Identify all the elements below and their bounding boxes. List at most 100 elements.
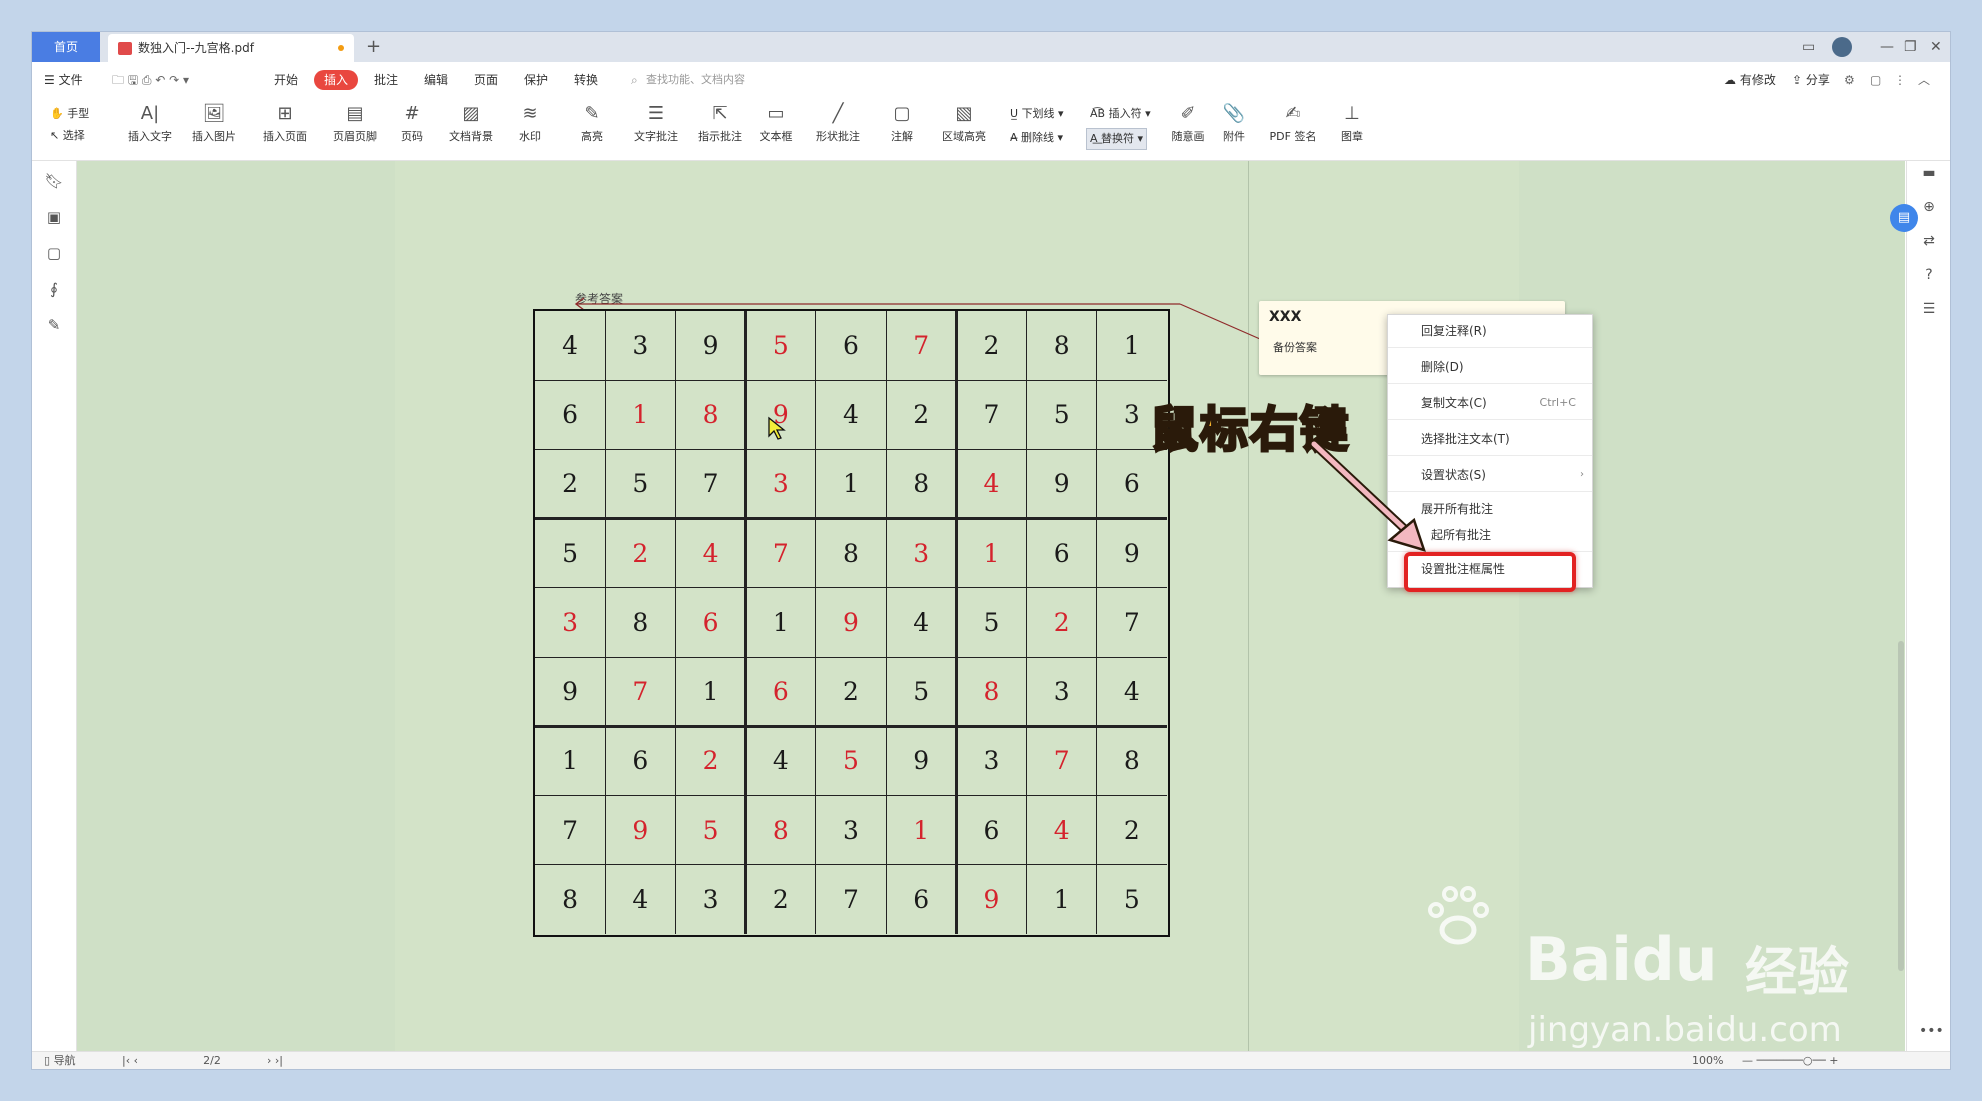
sign-icon: ✍	[1285, 103, 1301, 124]
signature-panel-icon[interactable]: ✎	[44, 315, 64, 335]
highlight-button[interactable]: ✎ 高亮	[572, 102, 612, 144]
annotation-arrow	[1309, 439, 1426, 552]
menu-insert[interactable]: 插入	[314, 70, 359, 90]
insert-mark-button[interactable]: A͡B 插入符 ▾	[1090, 104, 1151, 124]
sudoku-cell: 3	[983, 746, 1000, 776]
tab-document[interactable]: 数独入门--九宫格.pdf	[108, 34, 354, 62]
doc-background-button[interactable]: ▨ 文档背景	[440, 102, 502, 144]
sudoku-cell: 6	[843, 331, 859, 360]
sudoku-cell: 6	[562, 400, 579, 430]
background-icon: ▨	[462, 103, 480, 124]
select-tool[interactable]: ↖ 选择	[50, 126, 85, 146]
pen-icon: ✐	[1180, 103, 1196, 124]
header-footer-button[interactable]: ▤ 页眉页脚	[324, 102, 386, 144]
message-icon[interactable]: ▢	[1870, 70, 1881, 90]
thumbnail-icon[interactable]: ▣	[44, 207, 64, 227]
translate-icon[interactable]: ⇄	[1919, 231, 1939, 251]
menu-convert[interactable]: 转换	[574, 70, 598, 90]
zoom-slider[interactable]: — ───────○── +	[1742, 1054, 1838, 1068]
menu-start[interactable]: 开始	[274, 70, 298, 90]
menu-protect[interactable]: 保护	[524, 70, 548, 90]
underline-button[interactable]: U̲ 下划线 ▾	[1010, 104, 1064, 124]
area-highlight-button[interactable]: ▧ 区域高亮	[932, 102, 996, 144]
highlight-label: 高亮	[581, 130, 603, 143]
comment-text[interactable]: 备份答案	[1273, 339, 1317, 355]
freehand-button[interactable]: ✐ 随意画	[1168, 102, 1208, 144]
hand-tool[interactable]: ✋ 手型	[50, 104, 89, 124]
replace-mark-label: 替换符	[1101, 132, 1135, 145]
help-icon[interactable]: ?	[1919, 265, 1939, 285]
page-number-button[interactable]: # 页码	[392, 102, 432, 144]
stamp-button[interactable]: ⊥ 图章	[1332, 102, 1372, 144]
bookmark-icon[interactable]: 🔖︎	[44, 171, 64, 191]
sudoku-cell: 4	[913, 607, 930, 637]
watermark-brand-a: Bai	[1525, 925, 1632, 995]
replace-mark-button[interactable]: A͟ 替换符 ▾	[1086, 128, 1148, 150]
menu-file[interactable]: ☰ 文件	[44, 70, 83, 90]
attachment-panel-icon[interactable]: ∮	[44, 279, 64, 299]
sudoku-cell: 3	[913, 538, 930, 568]
panel-handle-icon[interactable]: ▬	[1919, 163, 1939, 183]
sudoku-cell: 7	[632, 677, 649, 707]
pointer-comment-button[interactable]: ⇱ 指示批注	[692, 102, 748, 144]
more-tools-icon[interactable]: •••	[1919, 1021, 1944, 1041]
paw-logo-icon	[1428, 886, 1489, 945]
comment-list-icon[interactable]: ▢	[44, 243, 64, 263]
pdf-sign-button[interactable]: ✍ PDF 签名	[1262, 102, 1324, 144]
menu-delete[interactable]: 删除(D)	[1388, 351, 1592, 383]
shape-comment-button[interactable]: ╱ 形状批注	[806, 102, 870, 144]
sudoku-cell: 6	[983, 815, 1000, 845]
sudoku-cell: 7	[983, 400, 1000, 430]
minimize-icon[interactable]: —	[1880, 32, 1894, 62]
annotation-button[interactable]: ▢ 注解	[882, 102, 922, 144]
text-comment-button[interactable]: ☰ 文字批注	[628, 102, 684, 144]
layout-icon[interactable]: ▭	[1802, 32, 1815, 62]
grid-line	[1026, 311, 1028, 934]
sudoku-cell: 9	[702, 331, 719, 360]
menu-bar: ☰ 文件 🗀 🖫 ⎙ ↶ ↷ ▾ 开始 插入 批注 编辑 页面 保护 转换 ⌕ …	[32, 62, 1950, 98]
avatar[interactable]	[1832, 37, 1852, 57]
sudoku-cell: 9	[562, 677, 579, 707]
navigation-toggle[interactable]: ▯ 导航	[44, 1054, 76, 1068]
share-button[interactable]: ⇪ 分享	[1792, 70, 1830, 90]
sliders-icon[interactable]: ☰	[1919, 299, 1939, 319]
tab-home[interactable]: 首页	[32, 32, 100, 62]
next-page-icons[interactable]: › ›|	[267, 1054, 283, 1068]
watermark-button[interactable]: ≋ 水印	[510, 102, 550, 144]
attachment-button[interactable]: 📎 附件	[1216, 102, 1252, 144]
sudoku-cell: 7	[1053, 746, 1070, 776]
settings-icon[interactable]: ⚙	[1844, 70, 1855, 90]
prev-page-icons[interactable]: |‹ ‹	[122, 1054, 138, 1068]
collapse-ribbon-icon[interactable]: ︿	[1918, 70, 1930, 90]
menu-copy-text[interactable]: 复制文本(C) Ctrl+C	[1388, 387, 1592, 419]
zoom-search-icon[interactable]: ⊕	[1919, 197, 1939, 217]
menu-file-label: 文件	[58, 73, 83, 87]
sudoku-cell: 4	[1053, 815, 1070, 845]
sudoku-cell: 2	[1053, 607, 1070, 637]
menu-page[interactable]: 页面	[474, 70, 498, 90]
floating-tool-button[interactable]: ▤	[1890, 204, 1918, 232]
modified-label: 有修改	[1739, 73, 1776, 87]
textbox-button[interactable]: ▭ 文本框	[754, 102, 798, 144]
menu-edit[interactable]: 编辑	[424, 70, 448, 90]
more-icon[interactable]: ⋮	[1894, 70, 1906, 90]
close-icon[interactable]: ✕	[1930, 32, 1942, 62]
insert-image-button[interactable]: 🖼 插入图片	[186, 102, 242, 144]
quick-access-icons[interactable]: 🗀 🖫 ⎙ ↶ ↷ ▾	[112, 70, 189, 90]
new-tab-button[interactable]: +	[366, 34, 381, 60]
menu-comment[interactable]: 批注	[374, 70, 398, 90]
restore-icon[interactable]: ❐	[1904, 32, 1917, 62]
insert-page-button[interactable]: ⊞ 插入页面	[254, 102, 316, 144]
strikethrough-button[interactable]: A̶ 删除线 ▾	[1010, 128, 1063, 148]
sudoku-cell: 2	[562, 469, 579, 499]
search-icon: ⌕	[631, 73, 638, 87]
watermark-brand-b: du	[1631, 925, 1718, 995]
vertical-scrollbar[interactable]	[1898, 641, 1904, 971]
insert-text-button[interactable]: A| 插入文字	[122, 102, 178, 144]
zoom-level[interactable]: 100%	[1692, 1054, 1723, 1068]
modified-status[interactable]: ☁ 有修改	[1724, 70, 1776, 90]
search-input[interactable]: 查找功能、文档内容	[646, 70, 745, 90]
menu-reply-comment[interactable]: 回复注释(R)	[1388, 315, 1592, 347]
sudoku-cell: 3	[562, 607, 579, 637]
page-number-input[interactable]: 2/2	[172, 1054, 252, 1068]
